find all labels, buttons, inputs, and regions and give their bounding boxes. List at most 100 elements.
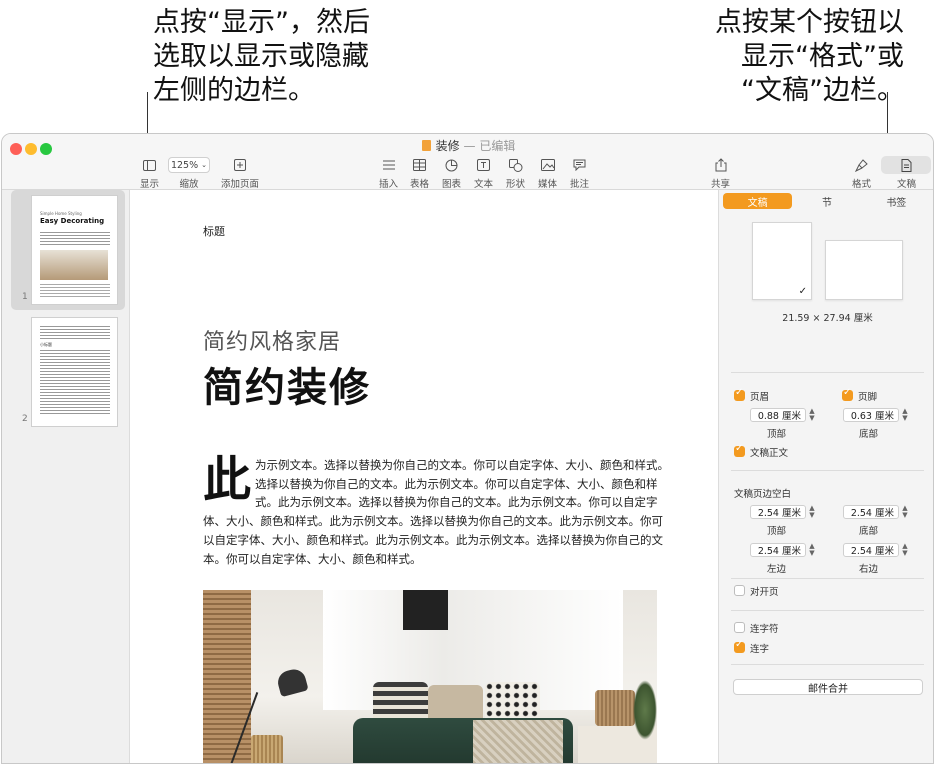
top-margin-stepper[interactable]: ▲ ▼ (808, 505, 816, 519)
margin-right-label: 右边 (859, 564, 879, 575)
tab-bookmarks[interactable]: 书签 (862, 193, 931, 209)
bottom-margin-field[interactable]: 2.54 厘米 (843, 505, 899, 519)
table-icon (413, 159, 426, 171)
divider (731, 578, 924, 579)
page-number-2: 2 (22, 414, 28, 424)
text-button[interactable]: 文本 (474, 156, 493, 190)
top-label: 顶部 (767, 429, 787, 440)
view-label: 显示 (140, 179, 160, 190)
shape-button[interactable]: 形状 (506, 156, 525, 190)
thumbnail-text-block (40, 326, 110, 340)
media-icon (540, 159, 555, 171)
document-title[interactable]: 简约装修 (203, 355, 371, 413)
add-page-button[interactable]: 添加页面 (221, 156, 259, 190)
text-box-icon (477, 159, 490, 171)
comment-icon (573, 159, 586, 171)
landscape-orientation[interactable] (825, 240, 903, 300)
insert-icon (382, 160, 395, 170)
throw-blanket (473, 720, 563, 763)
document-inspector: 文稿 节 书签 ✓ 21.59 × 27.94 厘米 页眉 页脚 0.88 厘米… (718, 190, 933, 763)
thumbnail-photo (40, 250, 108, 280)
page-header[interactable]: 标题 (203, 223, 225, 239)
add-page-label: 添加页面 (221, 179, 260, 190)
header-label: 页眉 (750, 392, 770, 403)
page-number-1: 1 (22, 292, 28, 302)
ligatures-label: 连字 (750, 644, 770, 655)
mail-merge-button[interactable]: 邮件合并 (733, 679, 923, 695)
footer-checkbox[interactable] (842, 387, 853, 401)
right-margin-stepper[interactable]: ▲ ▼ (901, 543, 909, 557)
table-button[interactable]: 表格 (410, 156, 429, 190)
checkmark-icon: ✓ (798, 286, 807, 297)
format-label: 格式 (852, 179, 872, 190)
paper-size: 21.59 × 27.94 厘米 (782, 313, 873, 324)
top-margin-field[interactable]: 2.54 厘米 (750, 505, 806, 519)
table-label: 表格 (410, 179, 430, 190)
insert-button[interactable]: 插入 (379, 156, 398, 190)
format-button[interactable]: 格式 (852, 156, 871, 190)
inspector-tabs: 文稿 节 书签 (723, 193, 931, 209)
zoom-label: 缩放 (179, 179, 199, 190)
margin-left-label: 左边 (767, 564, 787, 575)
body-paragraph[interactable]: 此为示例文本。选择以替换为你自己的文本。你可以自定字体、大小、颜色和样式。选择以… (203, 452, 669, 568)
footer-distance-field[interactable]: 0.63 厘米 (843, 408, 899, 422)
tab-document[interactable]: 文稿 (723, 193, 793, 209)
divider (731, 610, 924, 611)
insert-label: 插入 (379, 179, 399, 190)
page-thumbnail-1[interactable]: Simple Home Styling Easy Decorating (31, 195, 118, 305)
media-button[interactable]: 媒体 (538, 156, 557, 190)
zoom-popup: 125% ⌄ (168, 157, 210, 173)
thumbnail-text-lines (40, 350, 110, 416)
living-room-photo[interactable] (203, 590, 657, 763)
right-margin-field[interactable]: 2.54 厘米 (843, 543, 899, 557)
edit-status: 已编辑 (479, 139, 516, 153)
chart-button[interactable]: 图表 (442, 156, 461, 190)
tab-section[interactable]: 节 (792, 193, 861, 209)
portrait-orientation[interactable]: ✓ (752, 222, 812, 300)
shape-icon (508, 158, 522, 172)
divider (731, 664, 924, 665)
share-icon (715, 158, 726, 172)
header-checkbox[interactable] (734, 387, 745, 401)
header-stepper[interactable]: ▲ ▼ (808, 408, 816, 422)
left-margin-stepper[interactable]: ▲ ▼ (808, 543, 816, 557)
divider (731, 372, 924, 373)
shape-label: 形状 (506, 179, 526, 190)
paintbrush-icon (855, 158, 868, 172)
toolbar: 装修 — 已编辑 显示 125% ⌄ 缩放 添加页面 插入 表格 图表 文本 形… (2, 134, 933, 190)
thumbnail-text-lines (40, 284, 110, 298)
bottom-margin-stepper[interactable]: ▲ ▼ (901, 505, 909, 519)
hyphenation-checkbox[interactable] (734, 622, 745, 633)
share-button[interactable]: 共享 (711, 156, 730, 190)
wall-art (403, 590, 448, 630)
document-subtitle[interactable]: 简约风格家居 (203, 324, 341, 356)
document-button[interactable]: 文稿 (897, 156, 916, 190)
wicker-basket (595, 690, 635, 726)
document-body-checkbox[interactable] (734, 443, 745, 457)
footer-stepper[interactable]: ▲ ▼ (901, 408, 909, 422)
callout-format-document: 点按某个按钮以 显示“格式”或 “文稿”边栏。 (715, 7, 904, 106)
page-thumbnail-2[interactable]: 小标题 (31, 317, 118, 427)
zoom-control[interactable]: 125% ⌄ 缩放 (168, 156, 210, 190)
left-margin-field[interactable]: 2.54 厘米 (750, 543, 806, 557)
title-separator: — (463, 139, 476, 153)
document-name: 装修 (435, 139, 460, 153)
ligatures-checkbox[interactable] (734, 639, 745, 653)
drop-cap: 此 (203, 452, 252, 508)
document-canvas[interactable]: 标题 简约风格家居 简约装修 此为示例文本。选择以替换为你自己的文本。你可以自定… (131, 190, 718, 763)
header-distance-field[interactable]: 0.88 厘米 (750, 408, 806, 422)
comment-label: 批注 (570, 179, 590, 190)
thumbnail-kicker: Simple Home Styling (40, 211, 82, 216)
bottom-label: 底部 (859, 429, 879, 440)
window-shutter (203, 590, 251, 763)
view-button[interactable]: 显示 (140, 156, 159, 190)
thumbnail-text-block (40, 232, 110, 246)
chart-label: 图表 (442, 179, 462, 190)
plant (633, 680, 657, 740)
footer-label: 页脚 (858, 392, 878, 403)
margins-heading: 文稿页边空白 (734, 489, 792, 500)
comment-button[interactable]: 批注 (570, 156, 589, 190)
media-label: 媒体 (538, 179, 558, 190)
document-body-label: 文稿正文 (750, 448, 789, 459)
facing-pages-checkbox[interactable] (734, 585, 745, 596)
